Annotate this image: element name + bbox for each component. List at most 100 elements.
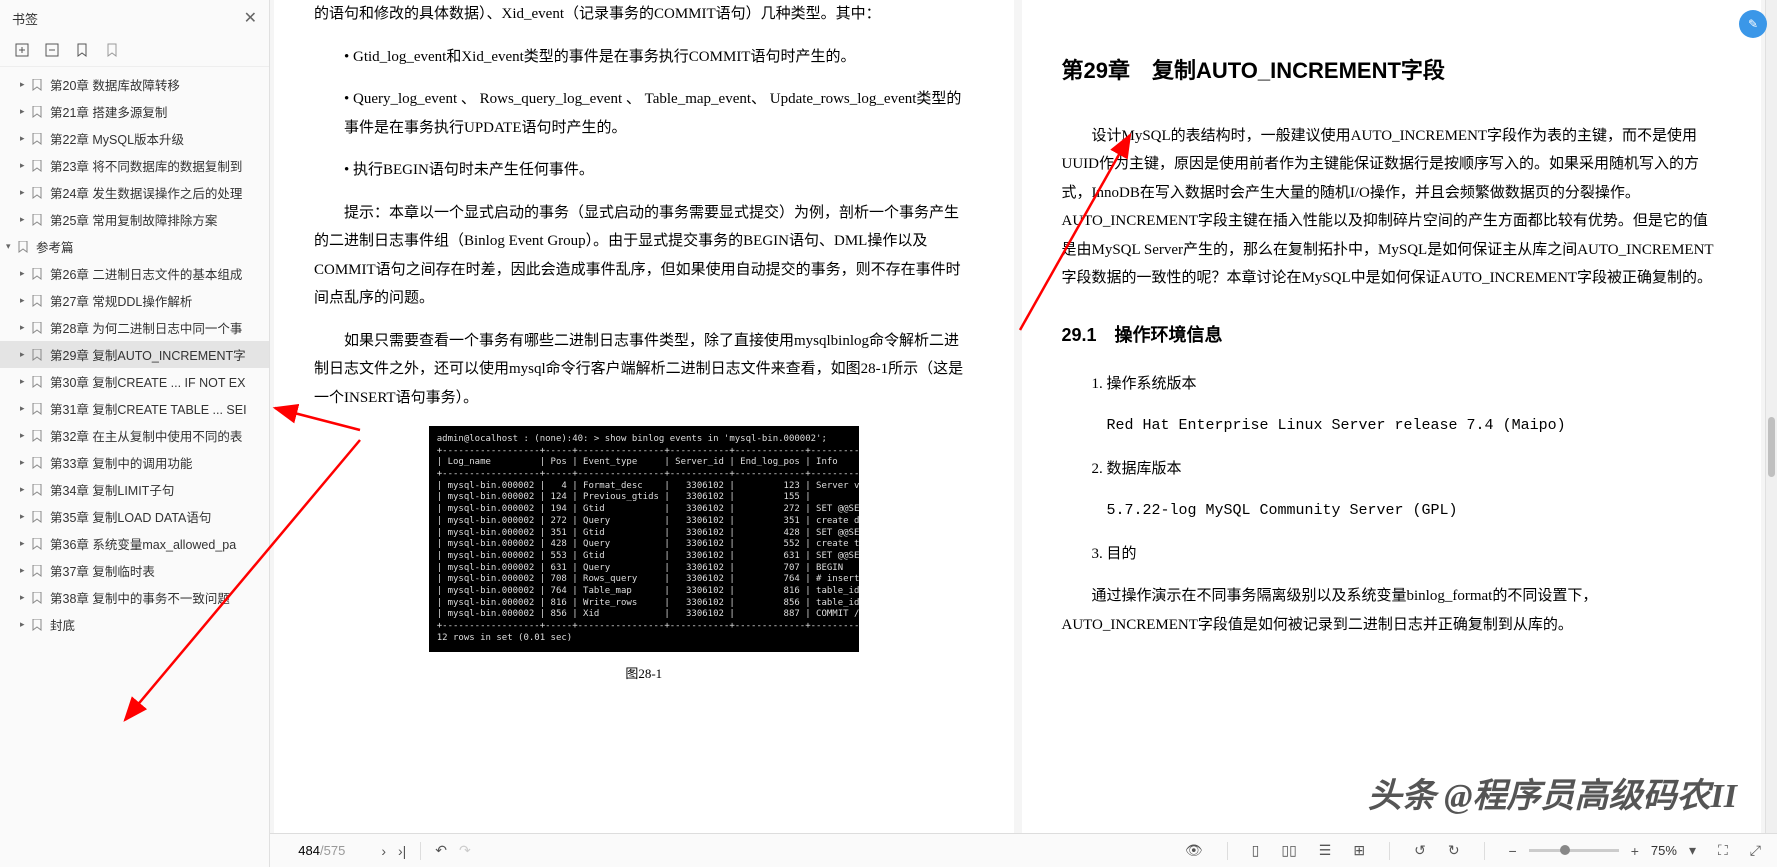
chevron-right-icon: ▸ — [20, 403, 30, 414]
bookmark-icon — [32, 159, 44, 173]
add-bookmark-icon[interactable] — [14, 42, 30, 58]
bookmark-icon — [32, 375, 44, 389]
tree-item[interactable]: ▸第20章 数据库故障转移 — [0, 71, 269, 98]
tree-item[interactable]: ▸ 第22章 MySQL版本升级 — [0, 125, 269, 152]
bookmark-icon[interactable] — [74, 42, 90, 58]
chevron-right-icon: ▸ — [20, 376, 30, 387]
tree-item[interactable]: ▸ 第36章 系统变量max_allowed_pa — [0, 530, 269, 557]
tree-item-label: 第23章 将不同数据库的数据复制到 — [50, 156, 242, 175]
tree-item[interactable]: ▸ 第24章 发生数据误操作之后的处理 — [0, 179, 269, 206]
bookmark-icon — [32, 402, 44, 416]
vertical-scrollbar[interactable] — [1765, 0, 1777, 833]
chevron-right-icon: ▸ — [20, 187, 30, 198]
tree-item[interactable]: ▸ 第34章 复制LIMIT子句 — [0, 476, 269, 503]
rotate-left-icon[interactable]: ↺ — [1408, 842, 1432, 859]
chevron-right-icon: ▸ — [20, 565, 30, 576]
fullscreen-icon[interactable]: ⤢ — [1744, 842, 1767, 859]
bookmark-outline-icon[interactable] — [104, 42, 120, 58]
watermark-text: 头条 @程序员高级码农II — [1368, 768, 1737, 817]
two-page-icon[interactable]: ▯▯ — [1275, 842, 1302, 859]
page-number-input[interactable] — [280, 843, 320, 858]
page-right: 第29章 复制AUTO_INCREMENT字段 设计MySQL的表结构时，一般建… — [1022, 0, 1762, 833]
chevron-right-icon: ▸ — [20, 619, 30, 630]
sidebar-title: 书签 — [12, 9, 38, 28]
tree-item[interactable]: ▸第21章 搭建多源复制 — [0, 98, 269, 125]
figure-caption: 图28-1 — [314, 662, 974, 687]
bookmark-icon — [32, 591, 44, 605]
tree-item-label: 第26章 二进制日志文件的基本组成 — [50, 264, 242, 283]
tree-item[interactable]: ▸ 第23章 将不同数据库的数据复制到 — [0, 152, 269, 179]
tree-item[interactable]: ▸ 第35章 复制LOAD DATA语句 — [0, 503, 269, 530]
tree-section[interactable]: ▾ 参考篇 — [0, 233, 269, 260]
tree-item-label: 第24章 发生数据误操作之后的处理 — [50, 183, 242, 202]
redo-view-button[interactable]: ↷ — [453, 842, 477, 859]
bookmark-icon — [32, 618, 44, 632]
bookmark-icon — [32, 564, 44, 578]
bookmark-icon — [32, 348, 44, 362]
chevron-right-icon: ▸ — [20, 592, 30, 603]
zoom-in-button[interactable]: + — [1625, 843, 1645, 859]
bookmarks-sidebar: 书签 ✕ ▸第20章 数据库故障转移▸第21章 搭建多源复制▸第22章 MySQ… — [0, 0, 270, 867]
tree-item-label: 第36章 系统变量max_allowed_pa — [50, 534, 236, 553]
tree-item[interactable]: ▸ 第30章 复制CREATE ... IF NOT EX — [0, 368, 269, 395]
tree-item-label: 第34章 复制LIMIT子句 — [50, 480, 174, 499]
rotate-right-icon[interactable]: ↻ — [1442, 842, 1466, 859]
tree-item[interactable]: ▸ 第32章 在主从复制中使用不同的表 — [0, 422, 269, 449]
tree-item[interactable]: ▸ 第25章 常用复制故障排除方案 — [0, 206, 269, 233]
fit-width-icon[interactable]: ⛶ — [1712, 842, 1734, 859]
chevron-right-icon: ▸ — [20, 484, 30, 495]
next-page-button[interactable]: › — [375, 843, 392, 859]
tree-item-label: 第20章 数据库故障转移 — [50, 75, 180, 94]
chevron-right-icon: ▸ — [20, 538, 30, 549]
tree-item[interactable]: ▸ 第38章 复制中的事务不一致问题 — [0, 584, 269, 611]
tree-item[interactable]: ▸第33章 复制中的调用功能 — [0, 449, 269, 476]
single-page-icon[interactable]: ▯ — [1246, 842, 1266, 859]
bookmark-icon — [32, 213, 44, 227]
bookmark-icon — [32, 132, 44, 146]
bookmark-icon — [32, 429, 44, 443]
tree-item[interactable]: ▸第29章 复制AUTO_INCREMENT字 — [0, 341, 269, 368]
chevron-right-icon: ▸ — [20, 457, 30, 468]
tree-item-label: 第32章 在主从复制中使用不同的表 — [50, 426, 242, 445]
chevron-right-icon: ▸ — [20, 430, 30, 441]
tree-item-label: 第28章 为何二进制日志中同一个事 — [50, 318, 242, 337]
tree-item[interactable]: ▸ 第31章 复制CREATE TABLE ... SEI — [0, 395, 269, 422]
tree-item-label: 第37章 复制临时表 — [50, 561, 155, 580]
section-heading: 29.1 操作环境信息 — [1062, 318, 1722, 352]
zoom-out-button[interactable]: − — [1503, 843, 1523, 859]
chevron-right-icon: ▸ — [20, 349, 30, 360]
tree-item-label: 第30章 复制CREATE ... IF NOT EX — [50, 372, 245, 391]
tree-item-label: 第25章 常用复制故障排除方案 — [50, 210, 217, 229]
close-sidebar-button[interactable]: ✕ — [244, 8, 257, 28]
last-page-button[interactable]: ›| — [392, 843, 412, 859]
tree-item-label: 第38章 复制中的事务不一致问题 — [50, 588, 230, 607]
bookmark-icon — [32, 267, 44, 281]
zoom-dropdown-icon[interactable]: ▾ — [1683, 842, 1702, 859]
zoom-slider[interactable] — [1529, 849, 1619, 852]
tree-item[interactable]: ▸ 第26章 二进制日志文件的基本组成 — [0, 260, 269, 287]
chevron-right-icon: ▸ — [20, 511, 30, 522]
tree-item[interactable]: ▸ 第37章 复制临时表 — [0, 557, 269, 584]
bookmark-icon — [32, 321, 44, 335]
zoom-level: 75% — [1651, 843, 1677, 858]
chevron-right-icon: ▸ — [20, 214, 30, 225]
tree-item[interactable]: ▸第27章 常规DDL操作解析 — [0, 287, 269, 314]
bookmark-icon — [32, 78, 44, 92]
tree-item-label: 第22章 MySQL版本升级 — [50, 129, 184, 148]
scrollbar-thumb[interactable] — [1768, 417, 1775, 477]
chevron-right-icon: ▸ — [20, 106, 30, 117]
chevron-right-icon: ▸ — [20, 268, 30, 279]
chevron-right-icon: ▸ — [20, 133, 30, 144]
remove-bookmark-icon[interactable] — [44, 42, 60, 58]
grid-icon[interactable]: ⊞ — [1347, 842, 1371, 859]
tree-item[interactable]: ▸第28章 为何二进制日志中同一个事 — [0, 314, 269, 341]
tree-item-label: 第35章 复制LOAD DATA语句 — [50, 507, 211, 526]
undo-view-button[interactable]: ↶ — [429, 842, 453, 859]
tree-item[interactable]: ▸封底 — [0, 611, 269, 638]
eye-icon[interactable]: 👁 — [1179, 842, 1209, 859]
tree-item-label: 第31章 复制CREATE TABLE ... SEI — [50, 399, 247, 418]
bookmark-icon — [32, 186, 44, 200]
bookmark-tree[interactable]: ▸第20章 数据库故障转移▸第21章 搭建多源复制▸第22章 MySQL版本升级… — [0, 67, 269, 867]
continuous-icon[interactable]: ☰ — [1313, 842, 1338, 859]
chevron-right-icon: ▸ — [20, 160, 30, 171]
